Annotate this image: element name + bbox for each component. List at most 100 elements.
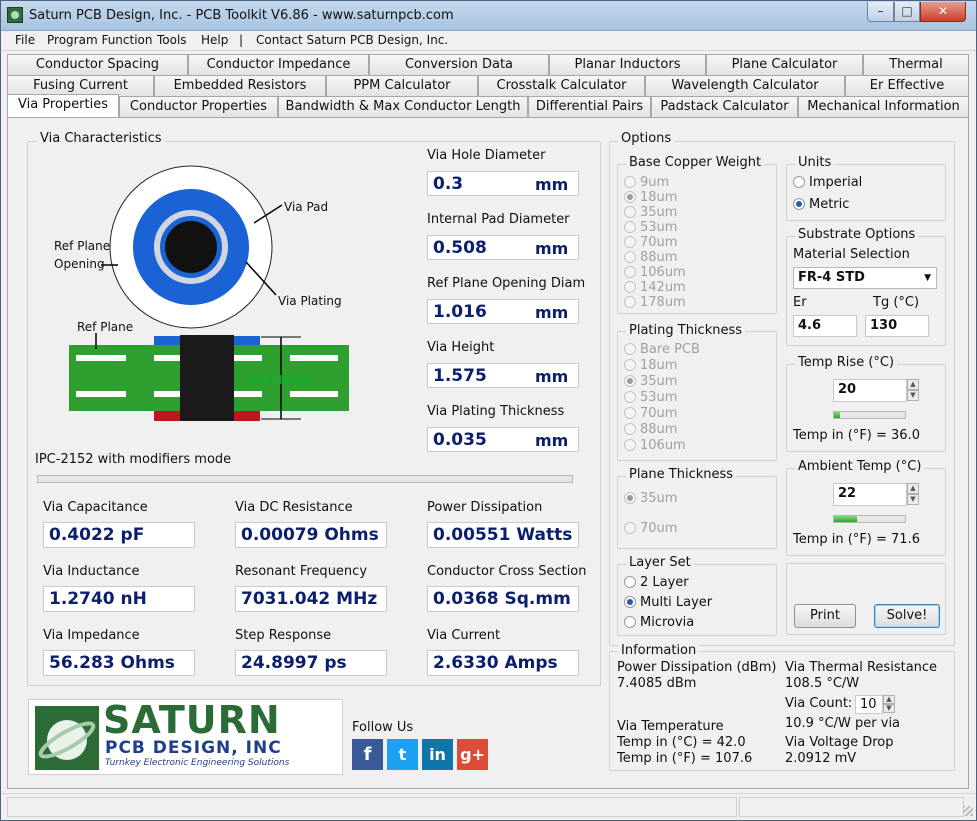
tab-thermal[interactable]: Thermal xyxy=(863,54,969,75)
step-response-label: Step Response xyxy=(235,628,332,643)
spin-down-icon[interactable]: ▼ xyxy=(883,704,895,713)
google-plus-icon[interactable]: g+ xyxy=(457,739,488,770)
menu-file[interactable]: File xyxy=(15,33,35,47)
via-plating-thickness-unit: mm xyxy=(535,431,569,450)
temp-rise-spinner[interactable]: ▲ ▼ xyxy=(907,379,919,401)
via-characteristics-title: Via Characteristics xyxy=(37,131,165,146)
copper-option-label: 35um xyxy=(640,205,678,220)
via-count-spinner[interactable]: ▲ ▼ xyxy=(883,695,895,714)
tab-via-properties[interactable]: Via Properties xyxy=(7,94,119,117)
close-button[interactable]: ✕ xyxy=(920,2,966,22)
copper-9um-radio[interactable]: 9um xyxy=(624,175,669,190)
copper-106um-radio[interactable]: 106um xyxy=(624,265,686,280)
tab-planar-inductors[interactable]: Planar Inductors xyxy=(549,54,706,75)
layer-set-2-layer-radio[interactable]: 2 Layer xyxy=(624,575,689,590)
copper-35um-radio[interactable]: 35um xyxy=(624,205,677,220)
resonant-frequency-label: Resonant Frequency xyxy=(235,564,368,579)
spin-down-icon[interactable]: ▼ xyxy=(907,390,919,401)
maximize-button[interactable]: □ xyxy=(894,2,920,22)
minimize-button[interactable]: – xyxy=(867,2,894,22)
tab-embedded-resistors[interactable]: Embedded Resistors xyxy=(154,75,326,96)
plating-18um-radio[interactable]: 18um xyxy=(624,358,677,373)
information-title: Information xyxy=(618,643,700,658)
ref-plane-opening-label-2: Opening xyxy=(54,257,105,271)
temp-rise-title: Temp Rise (°C) xyxy=(795,355,898,370)
spin-up-icon[interactable]: ▲ xyxy=(907,483,919,494)
power-dissipation-value: 0.00551 Watts xyxy=(427,522,579,548)
plane-thickness-35um-label: 35um xyxy=(640,491,678,506)
spin-down-icon[interactable]: ▼ xyxy=(907,494,919,505)
conductor-cross-section-value: 0.0368 Sq.mm xyxy=(427,586,579,612)
copper-53um-radio[interactable]: 53um xyxy=(624,220,677,235)
tab-crosstalk-calculator[interactable]: Crosstalk Calculator xyxy=(478,75,645,96)
via-hole-diameter-unit: mm xyxy=(535,175,569,194)
spin-up-icon[interactable]: ▲ xyxy=(883,695,895,704)
material-value: FR-4 STD xyxy=(798,270,865,285)
tab-plane-calculator[interactable]: Plane Calculator xyxy=(706,54,863,75)
plating-option-label: 70um xyxy=(640,406,678,421)
units-group xyxy=(786,164,946,221)
copper-88um-radio[interactable]: 88um xyxy=(624,250,677,265)
tab-differential-pairs[interactable]: Differential Pairs xyxy=(528,96,651,117)
tab-ppm-calculator[interactable]: PPM Calculator xyxy=(326,75,478,96)
temp-rise-input[interactable]: 20 xyxy=(833,379,907,402)
menu-help[interactable]: Help xyxy=(201,33,228,47)
plating-bare-pcb-radio[interactable]: Bare PCB xyxy=(624,342,700,357)
copper-142um-radio[interactable]: 142um xyxy=(624,280,686,295)
layer-set-2-layer-label: 2 Layer xyxy=(640,575,689,590)
copper-178um-radio[interactable]: 178um xyxy=(624,295,686,310)
tab-fusing-current[interactable]: Fusing Current xyxy=(7,75,154,96)
window-title: Saturn PCB Design, Inc. - PCB Toolkit V6… xyxy=(29,8,454,23)
resize-grip-icon[interactable] xyxy=(963,806,973,816)
copper-option-label: 106um xyxy=(640,265,686,280)
tab-wavelength-calculator[interactable]: Wavelength Calculator xyxy=(645,75,845,96)
app-icon xyxy=(7,7,23,23)
tab-conductor-spacing[interactable]: Conductor Spacing xyxy=(7,54,188,75)
menu-tools[interactable]: Tools xyxy=(157,33,187,47)
units-imperial-radio[interactable]: Imperial xyxy=(793,175,862,190)
copper-18um-radio[interactable]: 18um xyxy=(624,190,677,205)
menu-contact[interactable]: Contact Saturn PCB Design, Inc. xyxy=(256,33,448,47)
ambient-spinner[interactable]: ▲ ▼ xyxy=(907,483,919,505)
power-dbm-label: Power Dissipation (dBm) xyxy=(617,660,777,675)
plane-thickness-35um-radio[interactable]: 35um xyxy=(624,491,677,506)
ambient-meter xyxy=(833,515,906,523)
ambient-input[interactable]: 22 xyxy=(833,483,907,506)
print-button[interactable]: Print xyxy=(794,604,856,628)
material-select[interactable]: FR-4 STD ▼ xyxy=(793,267,937,289)
spin-up-icon[interactable]: ▲ xyxy=(907,379,919,390)
via-count-input[interactable]: 10 xyxy=(855,695,883,714)
plating-88um-radio[interactable]: 88um xyxy=(624,422,677,437)
layer-set-multi-layer-radio[interactable]: Multi Layer xyxy=(624,595,712,610)
ambient-title: Ambient Temp (°C) xyxy=(795,459,925,474)
plating-53um-radio[interactable]: 53um xyxy=(624,390,677,405)
tab-mechanical-information[interactable]: Mechanical Information xyxy=(798,96,969,117)
tab-er-effective[interactable]: Er Effective xyxy=(845,75,969,96)
tab-bandwidth[interactable]: Bandwidth & Max Conductor Length xyxy=(278,96,528,117)
linkedin-icon[interactable]: in xyxy=(422,739,453,770)
tab-conversion-data[interactable]: Conversion Data xyxy=(369,54,549,75)
tab-conductor-properties[interactable]: Conductor Properties xyxy=(119,96,278,117)
status-pane-main xyxy=(7,797,737,817)
er-input[interactable]: 4.6 xyxy=(793,315,857,337)
copper-70um-radio[interactable]: 70um xyxy=(624,235,677,250)
via-temperature-c: Temp in (°C) = 42.0 xyxy=(617,735,746,750)
menu-program-function[interactable]: Program Function xyxy=(47,33,153,47)
options-title: Options xyxy=(618,131,675,146)
facebook-icon[interactable]: f xyxy=(352,739,383,770)
layer-set-microvia-radio[interactable]: Microvia xyxy=(624,615,694,630)
tab-conductor-impedance[interactable]: Conductor Impedance xyxy=(188,54,369,75)
units-title: Units xyxy=(795,155,835,170)
tg-input[interactable]: 130 xyxy=(865,315,929,337)
units-metric-radio[interactable]: Metric xyxy=(793,197,849,212)
plating-106um-radio[interactable]: 106um xyxy=(624,438,686,453)
plane-thickness-70um-radio[interactable]: 70um xyxy=(624,521,677,536)
base-copper-title: Base Copper Weight xyxy=(626,155,765,170)
plating-70um-radio[interactable]: 70um xyxy=(624,406,677,421)
copper-option-label: 88um xyxy=(640,250,678,265)
plating-35um-radio[interactable]: 35um xyxy=(624,374,677,389)
twitter-icon[interactable]: t xyxy=(387,739,418,770)
copper-option-label: 9um xyxy=(640,175,670,190)
solve-button[interactable]: Solve! xyxy=(874,604,940,628)
tab-padstack-calculator[interactable]: Padstack Calculator xyxy=(651,96,798,117)
